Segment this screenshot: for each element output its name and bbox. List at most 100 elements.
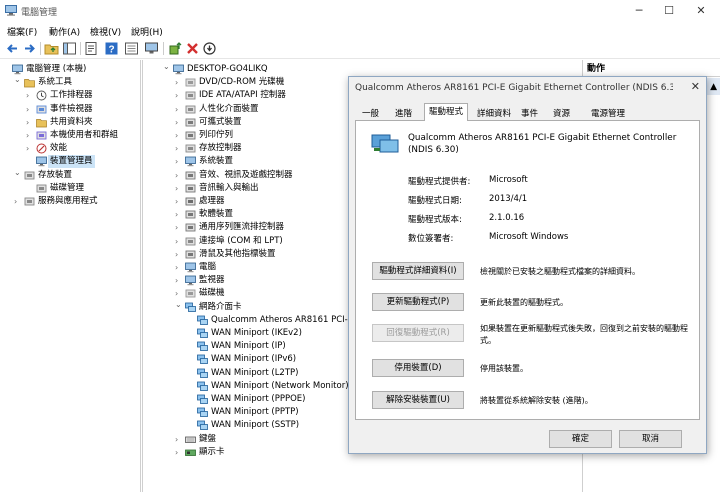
chevron-right-icon[interactable]: › (26, 142, 34, 155)
tab-3[interactable]: 詳細資料 (472, 107, 516, 121)
ok-button[interactable]: 確定 (549, 430, 612, 448)
tab-6[interactable]: 電源管理 (586, 107, 630, 121)
uninstall-icon[interactable] (185, 41, 200, 56)
scan-hardware-icon[interactable] (202, 41, 217, 56)
chevron-right-icon[interactable]: › (26, 129, 34, 142)
tree-item-label: 磁碟管理 (50, 182, 85, 193)
update-driver-button[interactable]: 更新驅動程式(P) (372, 293, 464, 311)
menu-action[interactable]: 動作(A) (49, 25, 80, 38)
chevron-right-icon[interactable]: › (175, 116, 183, 129)
network-adapter-icon (197, 368, 208, 379)
tree-item-label: 服務與應用程式 (38, 196, 98, 206)
chevron-right-icon[interactable]: › (175, 142, 183, 155)
tree-item-label: 裝置管理員 (48, 155, 95, 169)
tab-2[interactable]: 驅動程式 (424, 103, 469, 121)
tab-5[interactable]: 資源 (548, 107, 575, 121)
chevron-down-icon[interactable]: ⌄ (163, 60, 171, 73)
computer-management-icon (5, 5, 17, 16)
keyboard-icon (185, 434, 196, 445)
chevron-right-icon[interactable]: › (26, 103, 34, 116)
chevron-right-icon[interactable]: › (175, 446, 183, 459)
chevron-right-icon[interactable]: › (175, 89, 183, 102)
uninstall-device-button[interactable]: 解除安裝裝置(U) (372, 391, 464, 409)
computer-icon (185, 262, 196, 273)
update-driver-icon[interactable] (168, 41, 183, 56)
users-icon (36, 130, 47, 141)
tree-item-label: 共用資料夾 (50, 116, 93, 127)
monitor-icon[interactable] (144, 41, 159, 56)
roll-back-driver-button[interactable]: 回復驅動程式(R) (372, 324, 464, 342)
tree-item-label: 電腦管理 (本機) (26, 64, 87, 74)
back-icon[interactable] (5, 41, 20, 56)
system-device-icon (185, 156, 196, 167)
driver-details-button[interactable]: 驅動程式詳細資料(I) (372, 262, 464, 280)
tree-item-label: Qualcomm Atheros AR8161 PCI-E Gi (211, 314, 365, 325)
chevron-down-icon[interactable]: ⌄ (14, 73, 22, 86)
collapse-arrow-icon[interactable]: ▲ (710, 79, 717, 96)
chevron-right-icon[interactable]: › (175, 195, 183, 208)
device-list-icon[interactable] (124, 41, 139, 56)
chevron-right-icon[interactable]: › (175, 433, 183, 446)
chevron-right-icon[interactable]: › (14, 195, 22, 208)
properties-icon[interactable] (84, 41, 99, 56)
chevron-right-icon[interactable]: › (26, 116, 34, 129)
chevron-right-icon[interactable]: › (175, 169, 183, 182)
mouse-icon (185, 249, 196, 260)
tree-item-label: 磁碟機 (199, 288, 225, 299)
tree-item-label: 網路介面卡 (199, 301, 242, 312)
tab-4[interactable]: 事件 (516, 107, 543, 121)
chevron-right-icon[interactable]: › (175, 129, 183, 142)
chevron-right-icon[interactable]: › (175, 261, 183, 274)
close-button[interactable]: ✕ (686, 0, 716, 22)
tab-1[interactable]: 進階 (390, 107, 417, 121)
chevron-right-icon[interactable]: › (175, 274, 183, 287)
audio-icon (185, 183, 196, 194)
tree-item-label: 人性化介面裝置 (199, 103, 259, 114)
chevron-right-icon[interactable]: › (175, 182, 183, 195)
tree-item-label: WAN Miniport (PPTP) (211, 407, 299, 418)
network-adapter-icon (197, 420, 208, 431)
cancel-button[interactable]: 取消 (619, 430, 682, 448)
tree-item-label: 電腦 (199, 262, 217, 272)
device-manager-icon (36, 156, 47, 167)
usb-icon (185, 222, 196, 233)
tab-0[interactable]: 一般 (357, 107, 384, 121)
folder-up-icon[interactable] (44, 41, 59, 56)
chevron-right-icon[interactable]: › (175, 103, 183, 116)
storage-controller-icon (185, 143, 196, 154)
device-name: Qualcomm Atheros AR8161 PCI-E Gigabit Et… (408, 133, 677, 155)
chevron-right-icon[interactable]: › (26, 89, 34, 102)
disk-management-icon (36, 183, 47, 194)
network-adapter-icon (197, 315, 208, 326)
menu-file[interactable]: 檔案(F) (7, 25, 37, 38)
minimize-button[interactable]: ─ (624, 0, 654, 22)
disable-device-button[interactable]: 停用裝置(D) (372, 359, 464, 377)
tree-item-label: 可攜式裝置 (199, 116, 242, 127)
network-adapter-icon (197, 341, 208, 352)
dialog-close-icon[interactable]: ✕ (691, 80, 700, 93)
chevron-down-icon[interactable]: ⌄ (14, 166, 22, 179)
chevron-right-icon[interactable]: › (175, 248, 183, 261)
network-adapter-icon (370, 133, 400, 155)
menu-help[interactable]: 說明(H) (131, 25, 163, 38)
forward-icon[interactable] (22, 41, 37, 56)
menu-view[interactable]: 檢視(V) (90, 25, 121, 38)
tree-item-label: WAN Miniport (IPv6) (211, 354, 297, 365)
chevron-right-icon[interactable]: › (175, 76, 183, 89)
tree-item-label: 系統工具 (38, 77, 73, 88)
help-icon[interactable]: ? (104, 41, 119, 56)
tree-item-label: 顯示卡 (199, 446, 225, 457)
maximize-button[interactable]: ☐ (654, 0, 684, 22)
tree-item-label: IDE ATA/ATAPI 控制器 (199, 90, 286, 101)
tree-item-label: 音效、視訊及遊戲控制器 (199, 169, 293, 180)
chevron-down-icon[interactable]: ⌄ (175, 298, 183, 311)
chevron-right-icon[interactable]: › (175, 221, 183, 234)
tree-item-label: 通用序列匯流排控制器 (199, 222, 285, 233)
show-hide-tree-icon[interactable] (62, 41, 77, 56)
tree-item-label: 存放裝置 (38, 169, 73, 180)
tree-item-label: 系統裝置 (199, 156, 234, 167)
chevron-right-icon[interactable]: › (175, 235, 183, 248)
chevron-right-icon[interactable]: › (175, 155, 183, 168)
chevron-right-icon[interactable]: › (175, 208, 183, 221)
tree-item-label: DVD/CD-ROM 光碟機 (199, 77, 285, 88)
